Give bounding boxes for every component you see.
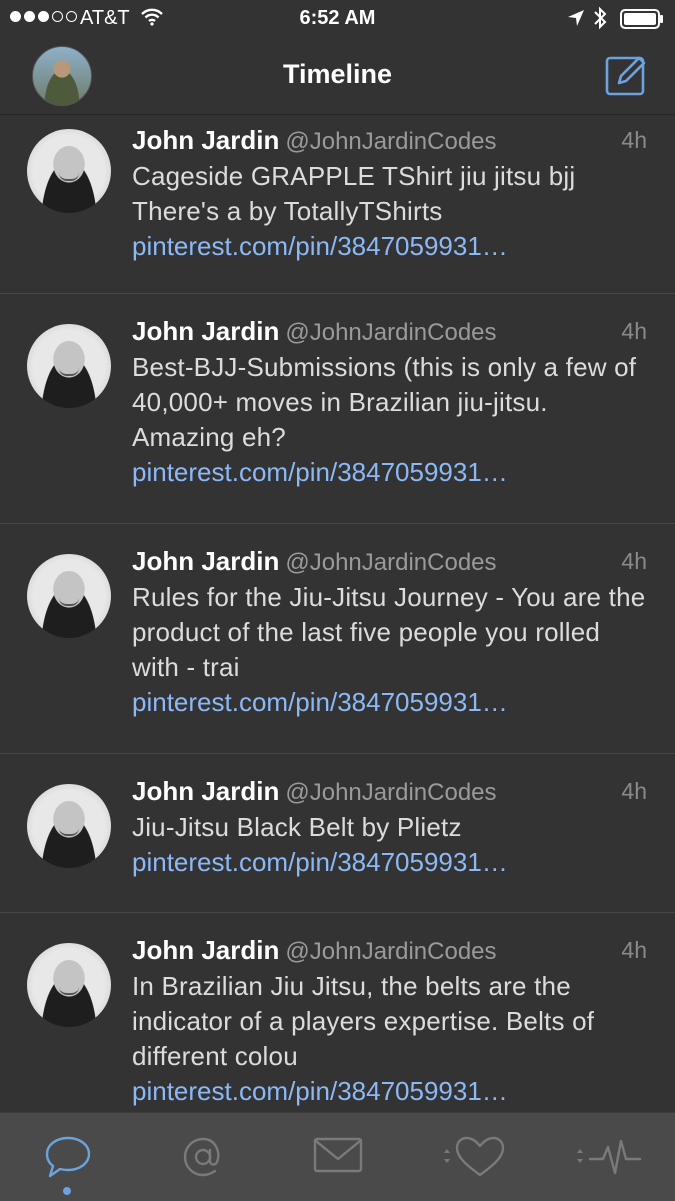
messages-tab[interactable] — [270, 1113, 405, 1201]
navigation-bar: Timeline — [0, 38, 675, 115]
author-handle: @JohnJardinCodes — [285, 779, 497, 806]
heart-icon — [443, 1136, 504, 1177]
author-handle: @JohnJardinCodes — [285, 549, 497, 576]
author-avatar[interactable] — [27, 554, 111, 638]
at-sign-icon — [183, 1137, 220, 1177]
tweet-header: John Jardin @JohnJardinCodes 4h — [132, 776, 647, 810]
page-title: Timeline — [282, 59, 393, 89]
tweet-link[interactable]: pinterest.com/pin/3847059931… — [132, 455, 647, 490]
tweet-header: John Jardin @JohnJardinCodes 4h — [132, 546, 647, 580]
author-avatar[interactable] — [27, 129, 111, 213]
author-handle: @JohnJardinCodes — [285, 128, 497, 155]
author-name[interactable]: John Jardin — [132, 316, 279, 346]
tweet-text: Best-BJJ-Submissions (this is only a few… — [132, 352, 637, 452]
tweet-row[interactable]: John Jardin @JohnJardinCodes 4h Rules for… — [0, 523, 675, 753]
tweet-text: Cageside GRAPPLE TShirt jiu jitsu bjj Th… — [132, 161, 576, 226]
tweet-link[interactable]: pinterest.com/pin/3847059931… — [132, 845, 647, 880]
compose-button[interactable] — [605, 54, 647, 96]
envelope-icon — [313, 1137, 362, 1173]
status-bar: AT&T 6:52 AM — [0, 0, 675, 38]
tweet-time: 4h — [621, 548, 647, 574]
tweet-text: In Brazilian Jiu Jitsu, the belts are th… — [132, 971, 595, 1071]
tweet-time: 4h — [621, 937, 647, 963]
tweet-header: John Jardin @JohnJardinCodes 4h — [132, 316, 647, 350]
timeline-tab[interactable] — [0, 1113, 135, 1201]
tweet-header: John Jardin @JohnJardinCodes 4h — [132, 935, 647, 969]
activity-tab[interactable] — [540, 1113, 675, 1201]
tab-bar — [0, 1112, 675, 1201]
tweet-link[interactable]: pinterest.com/pin/3847059931… — [132, 685, 647, 720]
activity-pulse-icon — [576, 1139, 641, 1175]
tweet-row[interactable]: John Jardin @JohnJardinCodes 4h Jiu-Jitsu… — [0, 753, 675, 912]
tweet-link[interactable]: pinterest.com/pin/3847059931… — [132, 1074, 647, 1109]
author-avatar[interactable] — [27, 943, 111, 1027]
tweet-row[interactable]: John Jardin @JohnJardinCodes 4h In Brazil… — [0, 912, 675, 1111]
author-avatar[interactable] — [27, 324, 111, 408]
mentions-tab[interactable] — [135, 1113, 270, 1201]
tweet-header: John Jardin @JohnJardinCodes 4h — [132, 125, 647, 159]
author-name[interactable]: John Jardin — [132, 776, 279, 806]
tweet-text: Rules for the Jiu-Jitsu Journey - You ar… — [132, 582, 646, 682]
author-handle: @JohnJardinCodes — [285, 319, 497, 346]
selected-tab-indicator — [63, 1187, 71, 1195]
author-avatar[interactable] — [27, 784, 111, 868]
tweet-text: Jiu-Jitsu Black Belt by Plietz — [132, 812, 462, 842]
author-name[interactable]: John Jardin — [132, 546, 279, 576]
bluetooth-icon — [593, 6, 607, 36]
battery-icon — [620, 9, 664, 35]
location-icon — [567, 9, 585, 33]
speech-bubble-icon — [45, 1136, 90, 1178]
author-handle: @JohnJardinCodes — [285, 938, 497, 965]
tweet-row[interactable]: John Jardin @JohnJardinCodes 4h Cageside … — [0, 115, 675, 293]
author-name[interactable]: John Jardin — [132, 125, 279, 155]
author-name[interactable]: John Jardin — [132, 935, 279, 965]
tweet-time: 4h — [621, 778, 647, 804]
likes-tab[interactable] — [405, 1113, 540, 1201]
tweet-row[interactable]: John Jardin @JohnJardinCodes 4h Best-BJJ-… — [0, 293, 675, 523]
tweet-time: 4h — [621, 318, 647, 344]
tweet-link[interactable]: pinterest.com/pin/3847059931… — [132, 229, 647, 264]
compose-icon — [605, 56, 646, 96]
timeline-list[interactable]: John Jardin @JohnJardinCodes 4h Cageside … — [0, 115, 675, 1111]
tweet-time: 4h — [621, 127, 647, 153]
